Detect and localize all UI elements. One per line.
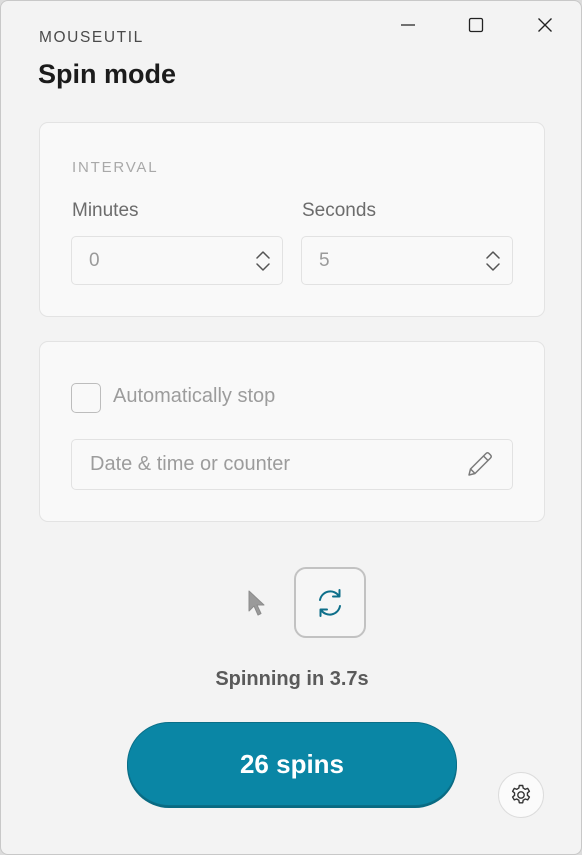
interval-section-label: INTERVAL xyxy=(72,159,159,176)
chevron-up-down-icon xyxy=(486,251,500,271)
maximize-icon xyxy=(468,17,484,33)
cursor-arrow-icon xyxy=(247,589,267,622)
minimize-button[interactable] xyxy=(380,7,436,43)
seconds-number-box[interactable]: 5 xyxy=(301,236,513,285)
minutes-label: Minutes xyxy=(72,200,139,221)
seconds-stepper[interactable] xyxy=(485,249,501,278)
edit-button[interactable] xyxy=(463,447,497,481)
app-window: MOUSEUTIL Spin mode INTERVAL Minutes Sec… xyxy=(0,0,582,855)
settings-button[interactable] xyxy=(498,772,544,818)
stop-condition-input[interactable] xyxy=(71,439,513,490)
refresh-icon xyxy=(319,588,341,617)
close-button[interactable] xyxy=(517,7,573,43)
status-text: Spinning in 3.7s xyxy=(215,668,369,690)
auto-stop-label[interactable]: Automatically stop xyxy=(113,385,275,408)
auto-stop-checkbox[interactable] xyxy=(71,383,101,413)
interval-card: INTERVAL Minutes Seconds 0 5 xyxy=(39,122,545,317)
pencil-icon xyxy=(468,452,492,476)
refresh-button[interactable] xyxy=(294,567,366,638)
minutes-number-box[interactable]: 0 xyxy=(71,236,283,285)
chevron-up-down-icon xyxy=(256,251,270,271)
minutes-value[interactable]: 0 xyxy=(89,250,100,272)
minutes-stepper[interactable] xyxy=(255,249,271,278)
minimize-icon xyxy=(401,24,415,26)
seconds-label: Seconds xyxy=(302,200,376,221)
seconds-value[interactable]: 5 xyxy=(319,250,330,272)
spins-button[interactable]: 26 spins xyxy=(127,722,457,806)
close-icon xyxy=(538,18,552,32)
app-name: MOUSEUTIL xyxy=(39,29,144,46)
page-title: Spin mode xyxy=(38,59,177,89)
gear-icon xyxy=(511,784,531,804)
maximize-button[interactable] xyxy=(448,7,504,43)
auto-stop-card: Automatically stop xyxy=(39,341,545,522)
